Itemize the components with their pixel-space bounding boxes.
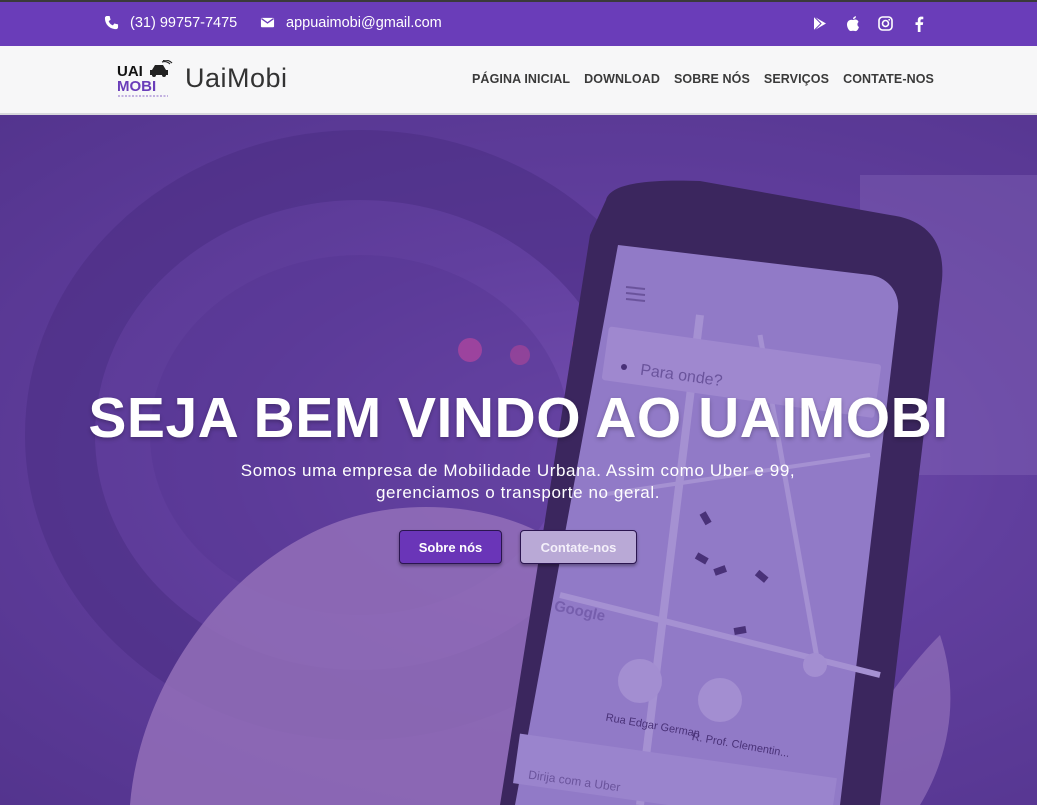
main-navigation: UAI MOBI UaiMobi PÁGINA INICIAL DOWNLOAD… xyxy=(0,46,1037,115)
car-icon xyxy=(150,59,173,77)
hero-section: Para onde? Google Rua Edgar German R. Pr… xyxy=(0,115,1037,805)
hero-subtitle-line-2: gerenciamos o transporte no geral. xyxy=(375,483,661,502)
phone-contact[interactable]: (31) 99757-7475 xyxy=(104,15,237,31)
email-contact[interactable]: appuaimobi@gmail.com xyxy=(260,15,442,31)
apple-icon[interactable] xyxy=(844,15,861,32)
about-us-button[interactable]: Sobre nós xyxy=(399,530,502,564)
instagram-icon[interactable] xyxy=(877,15,894,32)
phone-icon xyxy=(104,15,120,31)
hero-subtitle-line-1: Somos uma empresa de Mobilidade Urbana. … xyxy=(240,461,796,480)
hero-subtitle: Somos uma empresa de Mobilidade Urbana. … xyxy=(218,460,818,504)
envelope-icon xyxy=(260,15,276,31)
hero-title: SEJA BEM VINDO AO UAIMOBI xyxy=(88,386,949,450)
email-address: appuaimobi@gmail.com xyxy=(286,15,442,31)
logo-text-bottom: MOBI xyxy=(117,78,156,95)
contact-us-button[interactable]: Contate-nos xyxy=(520,530,637,564)
nav-link-download[interactable]: DOWNLOAD xyxy=(584,72,660,86)
social-links xyxy=(811,15,927,32)
uaimobi-logo[interactable]: UAI MOBI xyxy=(116,59,174,100)
brand-name[interactable]: UaiMobi xyxy=(185,63,288,94)
phone-number: (31) 99757-7475 xyxy=(130,15,238,31)
nav-link-about[interactable]: SOBRE NÓS xyxy=(674,72,750,86)
top-contact-bar: (31) 99757-7475 appuaimobi@gmail.com xyxy=(0,0,1037,46)
nav-link-home[interactable]: PÁGINA INICIAL xyxy=(472,72,570,86)
nav-link-services[interactable]: SERVIÇOS xyxy=(764,72,829,86)
google-play-icon[interactable] xyxy=(811,15,828,32)
nav-links: PÁGINA INICIAL DOWNLOAD SOBRE NÓS SERVIÇ… xyxy=(472,72,934,86)
nav-link-contact[interactable]: CONTATE-NOS xyxy=(843,72,934,86)
facebook-icon[interactable] xyxy=(910,15,927,32)
